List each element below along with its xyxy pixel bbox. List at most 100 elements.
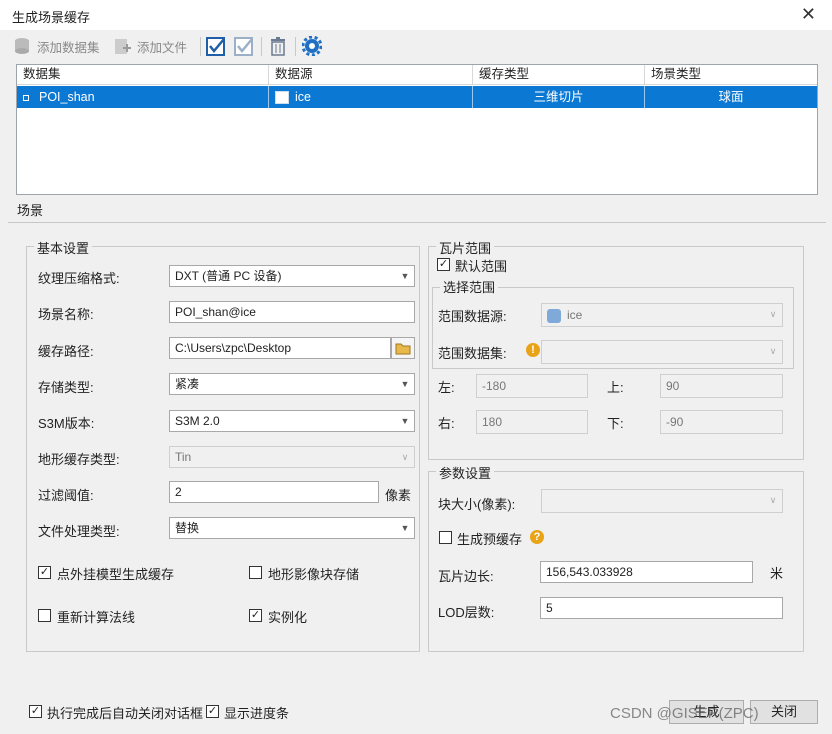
default-range-label: 默认范围 [455, 259, 508, 274]
lod-input[interactable]: 5 [540, 597, 783, 619]
row-scene-type[interactable]: 球面 [645, 86, 817, 108]
right-label: 右: [438, 416, 455, 431]
point-dataset-icon [23, 94, 29, 101]
compress-format-select[interactable]: DXT (普通 PC 设备) ▼ [169, 265, 415, 287]
tile-side-input[interactable]: 156,543.033928 [540, 561, 753, 583]
dataset-grid[interactable]: 数据集 数据源 缓存类型 场景类型 POI_shan ice 三维切片 球面 [16, 64, 818, 195]
select-range-title: 选择范围 [440, 277, 499, 296]
basic-settings-title: 基本设置 [34, 238, 93, 257]
add-file-label: 添加文件 [137, 40, 188, 55]
row-cache-type[interactable]: 三维切片 [473, 86, 645, 108]
column-header-cache-type[interactable]: 缓存类型 [473, 65, 645, 85]
datasource-icon [275, 91, 289, 105]
add-file-button[interactable]: 添加文件 [112, 36, 187, 56]
settings-gear-icon[interactable] [301, 35, 323, 59]
left-input: -180 [476, 374, 588, 398]
terrain-cache-select: Tin ∨ [169, 446, 415, 468]
terrain-cache-value: Tin [175, 450, 192, 464]
compress-format-label: 纹理压缩格式: [38, 271, 120, 286]
warning-icon: ! [526, 343, 540, 357]
lod-label: LOD层数: [438, 605, 495, 620]
show-progress-label: 显示进度条 [224, 706, 290, 721]
browse-folder-button[interactable] [391, 337, 415, 359]
recalc-normals-checkbox[interactable] [38, 609, 51, 622]
block-size-label: 块大小(像素): [438, 497, 516, 512]
add-file-icon [115, 39, 131, 54]
range-datasource-select: ice ∨ [541, 303, 783, 327]
s3m-version-label: S3M版本: [38, 416, 95, 431]
delete-icon[interactable] [268, 36, 288, 59]
watermark: CSDN @GISER(ZPC) [610, 705, 759, 722]
help-icon[interactable]: ? [530, 530, 544, 544]
show-progress-checkbox[interactable]: ✓ [206, 705, 219, 718]
table-row[interactable]: POI_shan ice 三维切片 球面 [17, 86, 817, 108]
tab-underline [8, 222, 826, 223]
bottom-input: -90 [660, 410, 783, 434]
instancing-checkbox[interactable]: ✓ [249, 609, 262, 622]
folder-icon [395, 343, 411, 355]
terrain-image-block-checkbox[interactable] [249, 566, 262, 579]
filter-threshold-input[interactable]: 2 [169, 481, 379, 503]
scene-name-label: 场景名称: [38, 307, 94, 322]
range-dataset-label: 范围数据集: [438, 346, 507, 361]
scene-name-input[interactable]: POI_shan@ice [169, 301, 415, 323]
chevron-down-icon: ∨ [401, 452, 409, 462]
tile-side-unit: 米 [770, 566, 784, 581]
chevron-down-icon: ▼ [400, 379, 410, 389]
right-input: 180 [476, 410, 588, 434]
terrain-cache-label: 地形缓存类型: [38, 452, 120, 467]
range-dataset-select: ∨ [541, 340, 783, 364]
chevron-down-icon: ∨ [769, 495, 777, 505]
bottom-label: 下: [607, 416, 624, 431]
terrain-image-block-label: 地形影像块存储 [268, 567, 360, 582]
file-process-value: 替换 [175, 521, 200, 535]
invert-select-icon[interactable] [234, 36, 254, 59]
s3m-version-value: S3M 2.0 [175, 414, 220, 428]
s3m-version-select[interactable]: S3M 2.0 ▼ [169, 410, 415, 432]
point-model-cache-checkbox[interactable]: ✓ [38, 566, 51, 579]
close-icon[interactable]: ✕ [801, 4, 816, 25]
gen-pre-cache-label: 生成预缓存 [457, 532, 523, 547]
chevron-down-icon: ∨ [769, 309, 777, 319]
select-all-icon[interactable] [206, 36, 226, 59]
row-dataset-cell: POI_shan [17, 86, 269, 108]
column-header-scene-type[interactable]: 场景类型 [645, 65, 817, 85]
top-input: 90 [660, 374, 783, 398]
block-size-select: ∨ [541, 489, 783, 513]
left-label: 左: [438, 380, 455, 395]
default-range-checkbox[interactable]: ✓ [437, 258, 450, 271]
chevron-down-icon: ▼ [400, 271, 410, 281]
tab-scene[interactable]: 场景 [17, 200, 43, 219]
top-label: 上: [607, 380, 624, 395]
close-button[interactable]: 关闭 [750, 700, 818, 724]
row-dataset-name: POI_shan [39, 90, 95, 104]
auto-close-checkbox[interactable]: ✓ [29, 705, 42, 718]
add-dataset-button[interactable]: 添加数据集 [12, 36, 100, 56]
storage-type-select[interactable]: 紧凑 ▼ [169, 373, 415, 395]
column-header-dataset[interactable]: 数据集 [17, 65, 269, 85]
cache-path-input[interactable]: C:\Users\zpc\Desktop [169, 337, 391, 359]
toolbar-divider [261, 37, 262, 56]
row-datasource-cell: ice [269, 86, 473, 108]
range-datasource-value: ice [567, 308, 583, 322]
chevron-down-icon: ▼ [400, 416, 410, 426]
filter-unit-label: 像素 [385, 488, 412, 503]
tile-side-label: 瓦片边长: [438, 569, 494, 584]
row-datasource-name: ice [295, 90, 311, 104]
add-dataset-label: 添加数据集 [37, 40, 100, 55]
file-process-select[interactable]: 替换 ▼ [169, 517, 415, 539]
params-title: 参数设置 [436, 463, 495, 482]
chevron-down-icon: ▼ [400, 523, 410, 533]
datasource-icon [547, 308, 561, 323]
storage-type-value: 紧凑 [175, 377, 200, 391]
grid-header: 数据集 数据源 缓存类型 场景类型 [17, 65, 817, 85]
title-bar [0, 0, 832, 30]
storage-type-label: 存储类型: [38, 380, 94, 395]
cache-path-label: 缓存路径: [38, 344, 94, 359]
instancing-label: 实例化 [268, 610, 308, 625]
recalc-normals-label: 重新计算法线 [57, 610, 136, 625]
compress-format-value: DXT (普通 PC 设备) [175, 269, 282, 283]
filter-threshold-label: 过滤阈值: [38, 488, 94, 503]
gen-pre-cache-checkbox[interactable] [439, 531, 452, 544]
column-header-datasource[interactable]: 数据源 [269, 65, 473, 85]
